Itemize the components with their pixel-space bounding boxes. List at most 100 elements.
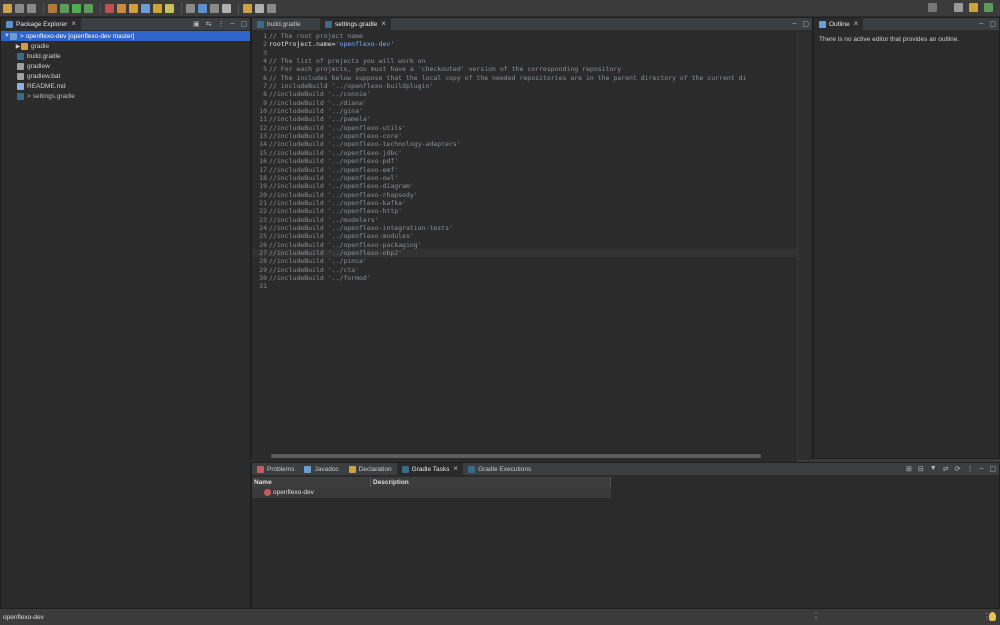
code-line: 7// includeBuild '../openflexo-buildplug… xyxy=(252,82,797,90)
bottom-tab[interactable]: Javadoc xyxy=(299,463,343,475)
debug-icon[interactable] xyxy=(60,3,69,13)
tab-package-explorer[interactable]: Package Explorer × xyxy=(1,18,81,30)
build-icon[interactable] xyxy=(48,3,57,13)
save-icon[interactable] xyxy=(15,3,24,13)
editor-tab[interactable]: settings.gradle × xyxy=(320,18,391,30)
search-icon[interactable] xyxy=(210,3,219,13)
code-line: 23//includeBuild '../modelers' xyxy=(252,216,797,224)
gradle-file-icon xyxy=(17,52,24,60)
tab-label: Problems xyxy=(267,465,295,473)
code-line: 24//includeBuild '../openflexo-integrati… xyxy=(252,224,797,232)
vertical-scrollbar[interactable] xyxy=(797,32,812,460)
maximize-icon[interactable]: ▢ xyxy=(240,20,247,28)
minimize-icon[interactable]: – xyxy=(230,20,234,28)
toolbar-right xyxy=(925,3,996,12)
link-icon[interactable]: ⇄ xyxy=(943,465,949,473)
minimize-icon[interactable]: – xyxy=(979,465,983,473)
maximize-icon[interactable]: ▢ xyxy=(802,20,809,28)
horizontal-scrollbar[interactable] xyxy=(269,454,795,459)
tree-item[interactable]: build.gradle xyxy=(1,51,250,61)
code-token: //includeBuild '../gina' xyxy=(269,107,363,116)
coverage-icon[interactable] xyxy=(84,3,93,13)
maximize-icon[interactable]: ▢ xyxy=(989,20,996,28)
tab-outline[interactable]: Outline × xyxy=(814,18,864,30)
filter-icon[interactable]: ▼ xyxy=(930,465,937,473)
pen-icon[interactable] xyxy=(165,3,174,13)
bottom-tab[interactable]: Problems xyxy=(252,463,299,475)
tree-item[interactable]: > settings.gradle xyxy=(1,91,250,101)
close-icon[interactable]: × xyxy=(381,20,386,28)
tree-item[interactable]: ▶ gradle xyxy=(1,41,250,51)
tree-item[interactable]: README.md xyxy=(1,81,250,91)
row-name: openflexo-dev xyxy=(273,489,314,496)
view-menu-icon[interactable]: ⋮ xyxy=(966,465,973,473)
open-folder-icon[interactable] xyxy=(153,3,162,13)
pin-icon[interactable] xyxy=(267,3,276,13)
save-all-icon[interactable] xyxy=(27,3,36,13)
forward-icon[interactable] xyxy=(255,3,264,13)
new-icon[interactable] xyxy=(3,3,12,13)
line-number: 18 xyxy=(259,173,267,182)
back-icon[interactable] xyxy=(243,3,252,13)
tree-item[interactable]: ▼ > openflexo-dev [openflexo-dev master] xyxy=(1,31,250,41)
code-token: // The includes below suppose that the l… xyxy=(269,73,747,82)
link-with-editor-icon[interactable]: ⇆ xyxy=(206,20,212,28)
lightbulb-icon[interactable] xyxy=(989,612,996,621)
tree-item[interactable]: gradlew.bat xyxy=(1,71,250,81)
tree-item-label: gradlew.bat xyxy=(27,72,61,80)
collapse-all-icon[interactable]: ⊟ xyxy=(918,465,924,473)
view-menu-icon[interactable]: ⋮ xyxy=(217,20,224,28)
editor-tab[interactable]: build.gradle xyxy=(252,18,320,30)
gradle-file-icon xyxy=(17,92,24,100)
refresh-icon[interactable]: ⟳ xyxy=(955,465,961,473)
code-token: //includeBuild '../openflexo-emf' xyxy=(269,165,399,174)
code-token: //includeBuild '../pamela' xyxy=(269,115,371,124)
outline-view: Outline × – ▢ There is no active editor … xyxy=(813,17,1000,459)
maximize-icon[interactable]: ▢ xyxy=(989,465,996,473)
open-perspective-icon[interactable] xyxy=(954,3,963,12)
search-icon[interactable] xyxy=(928,3,937,12)
tree-item[interactable]: gradlew xyxy=(1,61,250,71)
line-number: 17 xyxy=(259,165,267,174)
code-token: //includeBuild '../openflexo-utils' xyxy=(269,123,406,132)
minimize-icon[interactable]: – xyxy=(792,20,796,28)
annotation-icon[interactable] xyxy=(222,3,231,13)
close-icon[interactable]: × xyxy=(71,20,76,28)
code-token: //includeBuild '../modelers' xyxy=(269,215,379,224)
new-package-icon[interactable] xyxy=(129,3,138,13)
run-icon[interactable] xyxy=(72,3,81,13)
close-icon[interactable]: × xyxy=(854,20,859,28)
code-line: 30//includeBuild '../formod' xyxy=(252,274,797,282)
table-row[interactable]: openflexo-dev xyxy=(252,487,611,498)
bottom-tab[interactable]: Declaration xyxy=(344,463,397,475)
terminal-icon[interactable] xyxy=(186,3,195,13)
code-token: //includeBuild '../openflexo-owl' xyxy=(269,173,399,182)
status-grip-icon[interactable]: ⋮ xyxy=(812,612,820,621)
line-number: 8 xyxy=(263,90,267,99)
new-class-icon[interactable] xyxy=(141,3,150,13)
expand-all-icon[interactable]: ⊞ xyxy=(906,465,912,473)
column-header-name[interactable]: Name xyxy=(252,477,371,487)
minimize-icon[interactable]: – xyxy=(979,20,983,28)
line-number: 29 xyxy=(259,265,267,274)
collapse-all-icon[interactable]: ▣ xyxy=(193,20,200,28)
code-editor[interactable]: 1// The root project name 2 rootProject.na… xyxy=(252,32,797,469)
code-token: //includeBuild '../openflexo-rhapsody' xyxy=(269,190,418,199)
bottom-tab[interactable]: Gradle Tasks × xyxy=(396,463,464,475)
new-java-project-icon[interactable] xyxy=(117,3,126,13)
java-perspective-icon[interactable] xyxy=(969,3,978,12)
bottom-tab[interactable]: Gradle Executions xyxy=(463,463,536,475)
outline-icon xyxy=(819,20,826,28)
close-icon[interactable]: × xyxy=(453,465,458,473)
scrollbar-thumb[interactable] xyxy=(271,454,761,458)
column-header-description[interactable]: Description xyxy=(371,477,611,487)
code-token: //includeBuild '../pinca' xyxy=(269,257,367,266)
package-explorer-icon xyxy=(6,20,13,28)
code-token: //includeBuild '../openflexo-obp2' xyxy=(269,248,403,257)
external-tools-icon[interactable] xyxy=(105,3,114,13)
line-number: 22 xyxy=(259,207,267,216)
code-token: // For each projects, you must have a 'c… xyxy=(269,65,622,74)
open-type-icon[interactable] xyxy=(198,3,207,13)
package-explorer-tabbar: Package Explorer × ▣ ⇆ ⋮ – ▢ xyxy=(1,18,250,31)
debug-perspective-icon[interactable] xyxy=(984,3,993,12)
